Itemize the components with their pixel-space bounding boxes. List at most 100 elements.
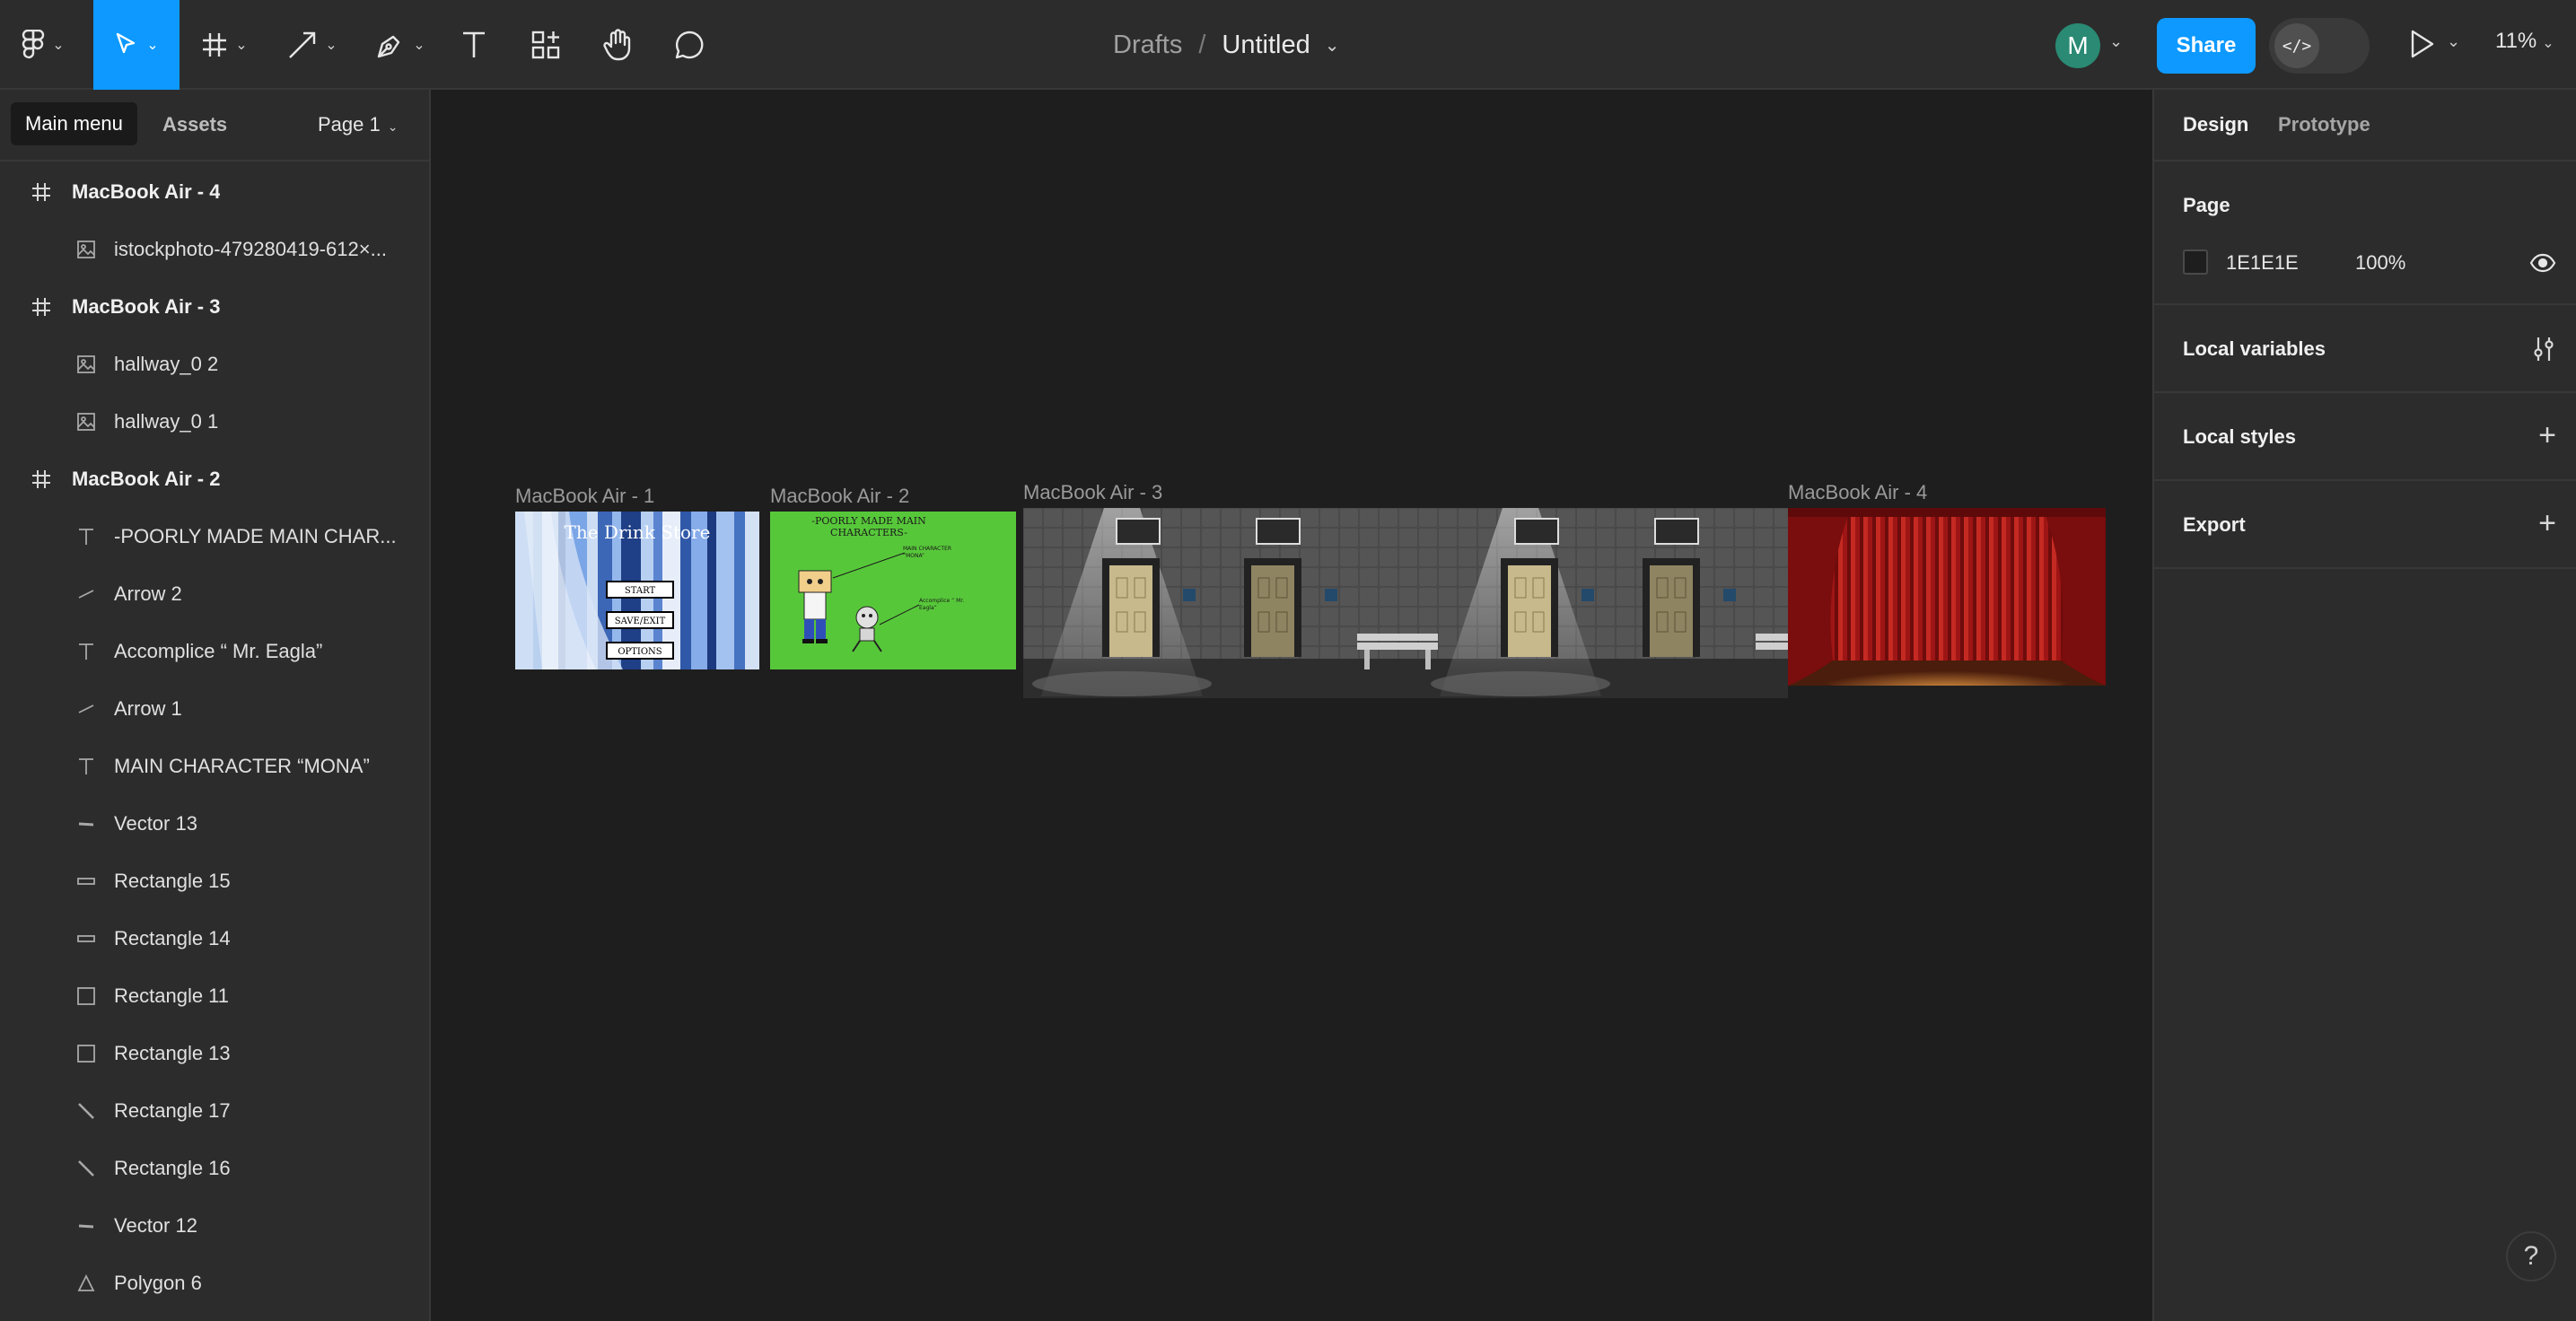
layer-row[interactable]: Vector 13 — [0, 795, 429, 853]
layer-row-frame[interactable]: MacBook Air - 4 — [0, 163, 429, 221]
frame2-heading: -POORLY MADE MAIN CHARACTERS- — [811, 515, 926, 538]
hand-icon — [603, 29, 631, 61]
frame-macbook-air-3[interactable] — [1023, 508, 1788, 698]
layer-row-frame[interactable]: MacBook Air - 2 — [0, 451, 429, 508]
frame-macbook-air-2[interactable]: -POORLY MADE MAIN CHARACTERS- MAIN CHARA… — [770, 512, 1016, 669]
file-title[interactable]: Untitled — [1222, 31, 1310, 60]
chevron-down-icon: ⌄ — [387, 119, 399, 134]
frame-label-macbook-air-1[interactable]: MacBook Air - 1 — [515, 485, 654, 508]
tab-assets[interactable]: Assets — [162, 113, 227, 136]
tab-prototype[interactable]: Prototype — [2278, 113, 2370, 136]
eye-icon[interactable] — [2529, 253, 2556, 273]
chevron-down-icon[interactable]: ⌄ — [1325, 34, 1340, 57]
comment-tool-button[interactable] — [664, 0, 714, 90]
frame-label-macbook-air-2[interactable]: MacBook Air - 2 — [770, 485, 909, 508]
breadcrumb: Drafts / Untitled ⌄ — [1113, 0, 1340, 90]
chevron-down-icon: ⌄ — [146, 38, 159, 53]
chevron-down-icon: ⌄ — [413, 38, 425, 53]
frame-tool-button[interactable]: ⌄ — [188, 0, 260, 90]
chevron-down-icon[interactable]: ⌄ — [2447, 32, 2460, 51]
tab-design[interactable]: Design — [2183, 113, 2248, 136]
breadcrumb-drafts[interactable]: Drafts — [1113, 31, 1182, 60]
properties-panel: Design Prototype Page 1E1E1E 100% Local … — [2152, 90, 2576, 1321]
diagonal-line-icon — [74, 1098, 99, 1124]
toolbar: ⌄ ⌄ ⌄ ⌄ ⌄ Drafts / Untitled ⌄ M ⌄ Share … — [0, 0, 2576, 90]
layer-row[interactable]: Vector 12 — [0, 1197, 429, 1255]
local-styles-section[interactable]: Local styles + — [2154, 393, 2576, 481]
left-panel-tabs: Main menu Assets Page 1 ⌄ — [0, 90, 429, 162]
present-play-icon[interactable] — [2407, 27, 2436, 61]
layer-label: Arrow 2 — [114, 582, 182, 605]
move-tool-button[interactable]: ⌄ — [93, 0, 180, 90]
layer-row[interactable]: Rectangle 13 — [0, 1025, 429, 1082]
chevron-down-icon: ⌄ — [2542, 36, 2554, 51]
share-button[interactable]: Share — [2157, 18, 2256, 74]
rectangle-icon — [74, 1041, 99, 1066]
layer-row[interactable]: hallway_0 2 — [0, 336, 429, 393]
add-style-icon[interactable]: + — [2538, 420, 2556, 451]
page-color-swatch[interactable] — [2183, 249, 2208, 275]
layer-label: Rectangle 11 — [114, 984, 230, 1007]
hand-tool-button[interactable] — [592, 0, 643, 90]
zoom-menu[interactable]: 11% ⌄ — [2495, 29, 2554, 54]
layer-row[interactable]: Polygon 6 — [0, 1255, 429, 1312]
layer-row[interactable]: MAIN CHARACTER “MONA” — [0, 738, 429, 795]
export-section[interactable]: Export + — [2154, 481, 2576, 569]
frame-macbook-air-4[interactable] — [1788, 508, 2106, 686]
layer-row[interactable]: Accomplice “ Mr. Eagla” — [0, 623, 429, 680]
text-t-icon — [74, 639, 99, 664]
layer-row[interactable]: Arrow 2 — [0, 565, 429, 623]
layer-row[interactable]: Arrow 1 — [0, 680, 429, 738]
frame-label-macbook-air-3[interactable]: MacBook Air - 3 — [1023, 481, 1162, 504]
add-export-icon[interactable]: + — [2538, 508, 2556, 538]
layer-row[interactable]: hallway_0 1 — [0, 393, 429, 451]
shape-tool-button[interactable]: ⌄ — [275, 0, 350, 90]
layer-label: istockphoto-479280419-612×... — [114, 238, 387, 260]
chevron-down-icon: ⌄ — [52, 38, 65, 53]
page-section-title: Page — [2183, 194, 2230, 216]
page-selector-label: Page 1 — [318, 113, 381, 136]
layer-row-frame[interactable]: MacBook Air - 3 — [0, 278, 429, 336]
canvas[interactable]: MacBook Air - 1 The Drink Store START SA… — [433, 90, 2152, 1321]
layer-row[interactable]: Rectangle 16 — [0, 1140, 429, 1197]
text-tool-button[interactable] — [449, 0, 499, 90]
avatar[interactable]: M — [2055, 23, 2100, 68]
frame-macbook-air-1[interactable]: The Drink Store START SAVE/EXIT OPTIONS — [515, 512, 759, 669]
chevron-down-icon[interactable]: ⌄ — [2109, 32, 2123, 51]
cursor-arrow-icon — [117, 32, 136, 54]
variables-settings-icon[interactable] — [2531, 336, 2556, 363]
arrow-line-icon — [289, 31, 316, 58]
frame-hash-icon — [29, 294, 54, 319]
chevron-down-icon: ⌄ — [235, 38, 248, 53]
main-menu-button[interactable]: ⌄ — [0, 0, 86, 90]
layer-label: MacBook Air - 3 — [72, 295, 221, 318]
page-selector[interactable]: Page 1 ⌄ — [318, 113, 398, 136]
layer-row[interactable]: Rectangle 15 — [0, 853, 429, 910]
local-variables-section[interactable]: Local variables — [2154, 305, 2576, 393]
layer-row[interactable]: Rectangle 11 — [0, 967, 429, 1025]
page-opacity[interactable]: 100% — [2355, 251, 2405, 275]
frame1-menu-start: START — [625, 586, 656, 596]
local-styles-title: Local styles — [2183, 425, 2296, 448]
frame-hash-icon — [29, 467, 54, 492]
resources-button[interactable] — [521, 0, 571, 90]
layer-label: Rectangle 17 — [114, 1099, 231, 1122]
vector-icon — [74, 1213, 99, 1238]
frame-label-macbook-air-4[interactable]: MacBook Air - 4 — [1788, 481, 1927, 504]
pen-tool-button[interactable]: ⌄ — [363, 0, 438, 90]
hallway-artwork — [1023, 508, 1788, 698]
page-section: Page 1E1E1E 100% — [2154, 163, 2576, 305]
layer-label: -POORLY MADE MAIN CHAR... — [114, 525, 397, 547]
layer-label: Rectangle 15 — [114, 870, 231, 892]
help-button[interactable]: ? — [2506, 1231, 2556, 1282]
components-icon — [531, 31, 560, 59]
layer-row[interactable]: Rectangle 17 — [0, 1082, 429, 1140]
layer-row[interactable]: istockphoto-479280419-612×... — [0, 221, 429, 278]
rectangle-thin-icon — [74, 869, 99, 894]
frame1-title-text: The Drink Store — [565, 521, 711, 543]
page-color-hex[interactable]: 1E1E1E — [2226, 251, 2299, 275]
dev-mode-toggle[interactable]: </> — [2269, 18, 2370, 74]
layer-row[interactable]: Rectangle 14 — [0, 910, 429, 967]
layer-row[interactable]: -POORLY MADE MAIN CHAR... — [0, 508, 429, 565]
stage-curtain-artwork — [1788, 508, 2106, 686]
